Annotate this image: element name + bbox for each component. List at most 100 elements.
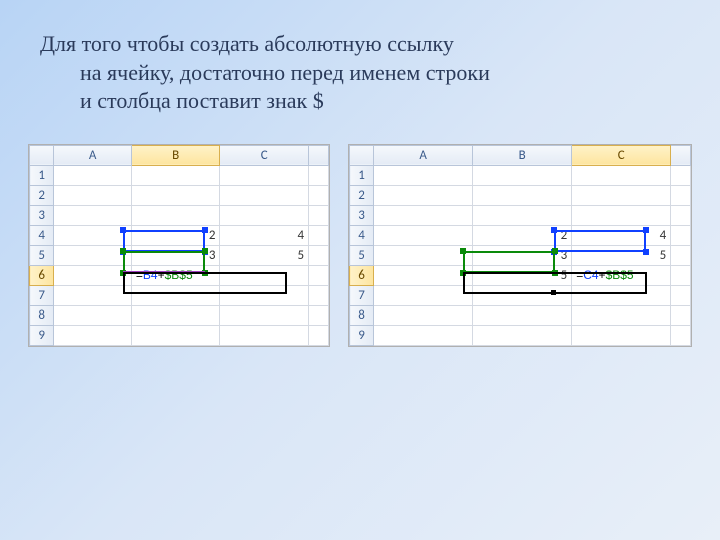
- col-header-c[interactable]: C: [220, 145, 309, 165]
- cell[interactable]: [54, 185, 132, 205]
- col-header-a[interactable]: A: [374, 145, 473, 165]
- cell[interactable]: [671, 305, 691, 325]
- row-header[interactable]: 3: [30, 205, 54, 225]
- cell[interactable]: [671, 325, 691, 345]
- row-header[interactable]: 6: [30, 265, 54, 285]
- cell[interactable]: [309, 285, 329, 305]
- cell[interactable]: [374, 305, 473, 325]
- cell[interactable]: [572, 185, 671, 205]
- cell[interactable]: [374, 225, 473, 245]
- cell[interactable]: [572, 305, 671, 325]
- row-header[interactable]: 1: [350, 165, 374, 185]
- cell-b6-formula[interactable]: =B4+$B$5: [131, 265, 220, 285]
- cell[interactable]: [220, 205, 309, 225]
- col-header-a[interactable]: A: [54, 145, 132, 165]
- cell[interactable]: [671, 225, 691, 245]
- cell[interactable]: [54, 265, 132, 285]
- row-header[interactable]: 9: [30, 325, 54, 345]
- col-header-extra[interactable]: [671, 145, 691, 165]
- col-header-c[interactable]: C: [572, 145, 671, 165]
- col-header-extra[interactable]: [309, 145, 329, 165]
- row-header[interactable]: 5: [30, 245, 54, 265]
- col-header-b[interactable]: B: [131, 145, 220, 165]
- cell[interactable]: [671, 285, 691, 305]
- cell[interactable]: [220, 285, 309, 305]
- cell[interactable]: [572, 285, 671, 305]
- cell[interactable]: [473, 305, 572, 325]
- row-header[interactable]: 1: [30, 165, 54, 185]
- cell-b4[interactable]: 2: [131, 225, 220, 245]
- cell-c5[interactable]: 5: [220, 245, 309, 265]
- cell[interactable]: [473, 165, 572, 185]
- cell[interactable]: [309, 205, 329, 225]
- cell[interactable]: [131, 205, 220, 225]
- cell-c6-formula[interactable]: =C4+$B$5: [572, 265, 671, 285]
- row-header[interactable]: 6: [350, 265, 374, 285]
- row-header[interactable]: 3: [350, 205, 374, 225]
- cell[interactable]: [131, 305, 220, 325]
- row-header[interactable]: 5: [350, 245, 374, 265]
- cell[interactable]: [374, 245, 473, 265]
- cell[interactable]: [54, 225, 132, 245]
- row-header[interactable]: 9: [350, 325, 374, 345]
- cell[interactable]: [671, 245, 691, 265]
- cell[interactable]: [131, 325, 220, 345]
- row-header[interactable]: 8: [350, 305, 374, 325]
- row-header[interactable]: 2: [30, 185, 54, 205]
- cell[interactable]: [374, 205, 473, 225]
- cell[interactable]: [220, 265, 309, 285]
- cell[interactable]: [309, 265, 329, 285]
- cell-b6[interactable]: 5: [473, 265, 572, 285]
- cell[interactable]: [572, 325, 671, 345]
- cell[interactable]: [309, 245, 329, 265]
- cell[interactable]: [54, 205, 132, 225]
- cell[interactable]: [572, 205, 671, 225]
- cell[interactable]: [473, 185, 572, 205]
- cell[interactable]: [309, 325, 329, 345]
- cell[interactable]: [473, 285, 572, 305]
- row-header[interactable]: 4: [350, 225, 374, 245]
- cell[interactable]: [309, 305, 329, 325]
- cell[interactable]: [671, 165, 691, 185]
- cell[interactable]: [374, 285, 473, 305]
- fill-handle-icon[interactable]: [551, 290, 556, 295]
- cell[interactable]: [671, 265, 691, 285]
- cell[interactable]: [54, 325, 132, 345]
- cell[interactable]: [54, 165, 132, 185]
- corner-cell[interactable]: [30, 145, 54, 165]
- cell-b4[interactable]: 2: [473, 225, 572, 245]
- corner-cell[interactable]: [350, 145, 374, 165]
- cell-b5[interactable]: 3: [473, 245, 572, 265]
- cell[interactable]: [131, 185, 220, 205]
- cell[interactable]: [131, 165, 220, 185]
- cell[interactable]: [220, 165, 309, 185]
- cell[interactable]: [374, 165, 473, 185]
- cell[interactable]: [473, 325, 572, 345]
- cell-c4[interactable]: 4: [220, 225, 309, 245]
- cell[interactable]: [374, 325, 473, 345]
- cell[interactable]: [309, 225, 329, 245]
- row-header[interactable]: 8: [30, 305, 54, 325]
- row-header[interactable]: 2: [350, 185, 374, 205]
- cell-c5[interactable]: 5: [572, 245, 671, 265]
- cell[interactable]: [572, 165, 671, 185]
- cell[interactable]: [131, 285, 220, 305]
- cell[interactable]: [671, 205, 691, 225]
- cell[interactable]: [473, 205, 572, 225]
- row-header[interactable]: 7: [30, 285, 54, 305]
- cell[interactable]: [220, 185, 309, 205]
- cell[interactable]: [374, 265, 473, 285]
- col-header-b[interactable]: B: [473, 145, 572, 165]
- cell-c4[interactable]: 4: [572, 225, 671, 245]
- cell[interactable]: [309, 185, 329, 205]
- cell[interactable]: [374, 185, 473, 205]
- row-header[interactable]: 4: [30, 225, 54, 245]
- cell[interactable]: [309, 165, 329, 185]
- cell[interactable]: [54, 285, 132, 305]
- cell-b5[interactable]: 3: [131, 245, 220, 265]
- cell[interactable]: [54, 305, 132, 325]
- row-header[interactable]: 7: [350, 285, 374, 305]
- cell[interactable]: [671, 185, 691, 205]
- cell[interactable]: [220, 325, 309, 345]
- cell[interactable]: [54, 245, 132, 265]
